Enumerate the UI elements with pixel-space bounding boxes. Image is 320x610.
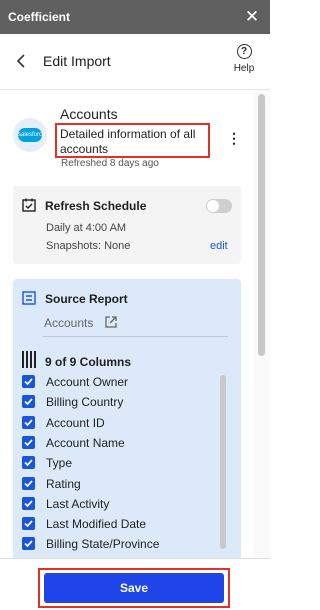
page-title: Edit Import (43, 53, 111, 69)
import-name: Accounts (60, 106, 118, 122)
source-report-card: Source Report Accounts 9 of 9 Columns Ac… (13, 279, 241, 558)
toggle-knob (207, 200, 219, 212)
column-row[interactable]: Account Name (13, 433, 223, 453)
footer: Save (0, 558, 270, 610)
column-row[interactable]: Type (13, 453, 223, 473)
column-checkbox[interactable] (22, 436, 35, 449)
help-button[interactable]: ? Help (226, 44, 262, 86)
column-checkbox[interactable] (22, 537, 35, 550)
divider (43, 336, 228, 337)
refresh-schedule-toggle[interactable] (206, 199, 232, 213)
column-row[interactable]: Last Activity (13, 494, 223, 514)
snapshots-text: Snapshots: None (46, 240, 131, 252)
columns-icon (22, 351, 36, 368)
schedule-text: Daily at 4:00 AM (46, 222, 127, 234)
edit-schedule-link[interactable]: edit (210, 240, 228, 252)
salesforce-logo-icon: salesforce (13, 118, 47, 152)
more-options-icon[interactable]: ⋮ (227, 128, 241, 148)
columns-scrollbar-thumb[interactable] (220, 375, 226, 549)
calendar-check-icon (22, 198, 36, 212)
column-label: Account Name (46, 436, 125, 450)
column-checkbox[interactable] (22, 477, 35, 490)
column-label: Rating (46, 477, 81, 491)
column-label: Type (46, 456, 73, 470)
column-checkbox[interactable] (22, 456, 35, 469)
column-row[interactable]: Account ID (13, 413, 223, 433)
column-checkbox[interactable] (22, 517, 35, 530)
column-row[interactable]: Billing Country (13, 392, 223, 412)
main-content: salesforce Accounts Detailed information… (0, 90, 270, 558)
back-arrow-icon[interactable] (12, 50, 32, 72)
column-row[interactable]: Billing State/Province (13, 534, 223, 554)
refreshed-timestamp: Refreshed 8 days ago (61, 158, 159, 169)
app-name: Coefficient (8, 10, 71, 24)
import-description: Detailed information of all accounts (55, 123, 210, 158)
external-link-icon[interactable] (104, 315, 118, 329)
refresh-schedule-title: Refresh Schedule (45, 199, 147, 213)
help-icon: ? (236, 44, 252, 59)
column-label: Billing State/Province (46, 537, 160, 551)
column-label: Last Activity (46, 497, 110, 511)
column-label: Account ID (46, 416, 105, 430)
salesforce-logo-text: salesforce (18, 128, 45, 142)
column-checkbox[interactable] (22, 395, 35, 408)
column-row[interactable]: Rating (13, 474, 223, 494)
report-icon (22, 291, 36, 305)
source-report-title: Source Report (45, 292, 128, 306)
scrollbar-thumb[interactable] (258, 94, 265, 356)
column-label: Account Owner (46, 375, 129, 389)
column-row[interactable]: Last Modified Date (13, 514, 223, 534)
column-label: Last Modified Date (46, 517, 147, 531)
column-checkbox[interactable] (22, 416, 35, 429)
refresh-schedule-card: Refresh Schedule Daily at 4:00 AM Snapsh… (13, 186, 241, 264)
column-checkbox[interactable] (22, 375, 35, 388)
columns-summary: 9 of 9 Columns (45, 355, 132, 369)
source-report-name: Accounts (44, 316, 94, 330)
save-button[interactable]: Save (44, 573, 224, 603)
help-label: Help (233, 63, 255, 74)
title-bar: Coefficient ✕ (0, 0, 270, 34)
page-header: Edit Import ? Help (0, 34, 270, 90)
save-highlight: Save (38, 568, 230, 608)
column-checkbox[interactable] (22, 497, 35, 510)
column-label: Billing Country (46, 395, 124, 409)
close-icon[interactable]: ✕ (241, 5, 263, 29)
column-row[interactable]: Account Owner (13, 372, 223, 392)
